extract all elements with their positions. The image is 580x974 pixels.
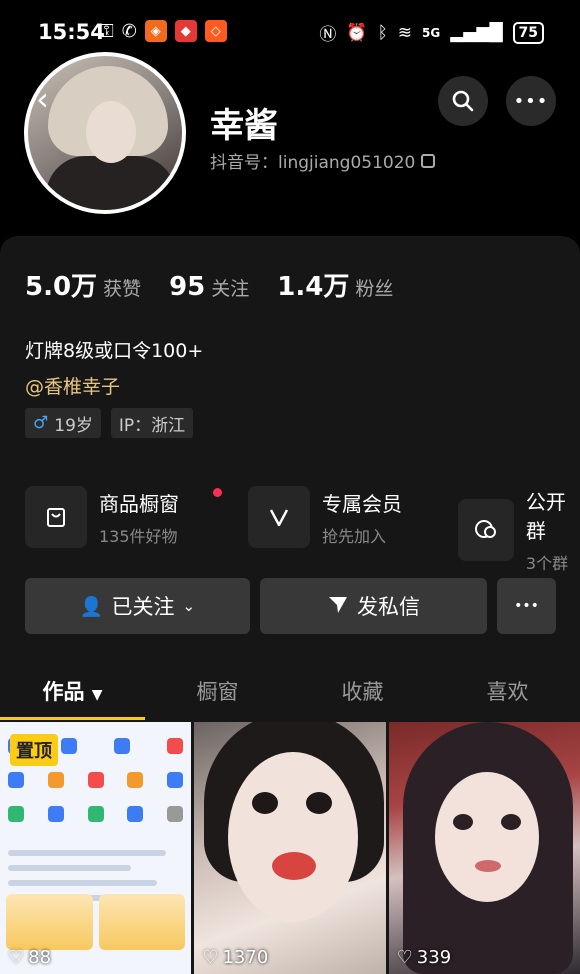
heart-outline-icon: ♡ (202, 947, 219, 968)
stat-following[interactable]: 95 关注 (169, 272, 249, 302)
tab-label: 橱窗 (196, 680, 239, 704)
feature-subtitle: 135件好物 (99, 526, 178, 546)
search-icon (452, 90, 474, 112)
followed-label: 已关注 (111, 595, 175, 619)
tab-likes[interactable]: 喜欢 (435, 668, 580, 720)
group-chat-icon (458, 499, 514, 561)
followed-button[interactable]: 👤 已关注 ⌄ (25, 578, 250, 634)
like-count: ♡ 339 (397, 947, 452, 968)
mention-link[interactable]: @香椎幸子 (25, 372, 120, 399)
douyin-id: 抖音号：lingjiang051020 (210, 148, 436, 173)
male-icon: ♂ (33, 413, 49, 433)
caret-down-icon: ▼ (91, 687, 103, 703)
wifi-icon: ≋ (397, 22, 413, 43)
tab-favorites[interactable]: 收藏 (290, 668, 435, 720)
heart-outline-icon: ♡ (8, 947, 25, 968)
profile-tags: ♂ 19岁 IP：浙江 (25, 408, 194, 438)
video-thumbnail[interactable]: ♡ 1370 (194, 722, 386, 974)
stat-number: 1.4万 (277, 272, 350, 302)
like-count-text: 88 (28, 947, 52, 968)
bluetooth-icon: ᛒ (377, 22, 388, 43)
video-grid: 置顶 ♡ 88 ♡ 1370 ♡ 339 (0, 722, 580, 974)
stat-label: 关注 (211, 278, 250, 300)
avatar[interactable] (24, 52, 186, 214)
feature-membership[interactable]: 专属会员 抢先加入 (248, 486, 402, 548)
profile-card: 5.0万 获赞 95 关注 1.4万 粉丝 灯牌8级或口令100+ @香椎幸子 … (0, 236, 580, 974)
nickname: 幸酱 (210, 106, 278, 146)
taobao-app-icon: ◇ (204, 20, 227, 42)
more-icon: ••• (513, 90, 549, 112)
tab-shop-window[interactable]: 橱窗 (145, 668, 290, 720)
like-count-text: 339 (416, 947, 452, 968)
tab-label: 收藏 (341, 680, 384, 704)
more-horizontal-icon: ••• (514, 598, 539, 614)
age-text: 19岁 (54, 415, 93, 436)
stat-number: 5.0万 (25, 272, 98, 302)
ip-text: IP：浙江 (118, 415, 186, 436)
v-membership-icon (248, 486, 310, 548)
stat-label: 获赞 (103, 278, 142, 300)
send-message-label: 发私信 (357, 595, 420, 619)
douyin-id-text: 抖音号：lingjiang051020 (210, 153, 416, 173)
heart-outline-icon: ♡ (396, 947, 413, 968)
content-tabs: 作品 ▼ 橱窗 收藏 喜欢 (0, 668, 580, 720)
stat-likes[interactable]: 5.0万 获赞 (25, 266, 141, 303)
search-button[interactable] (438, 76, 488, 126)
status-icons-right: Ⓝ ⏰ ᛒ ≋ 5G ▂▄▆█ 75 (319, 20, 544, 45)
feature-title: 商品橱窗 (99, 491, 179, 516)
chevron-down-icon: ⌄ (182, 597, 196, 615)
tab-label: 喜欢 (486, 680, 529, 704)
missed-call-icon: ✆ (121, 20, 137, 42)
send-message-button[interactable]: 发私信 (260, 578, 487, 634)
notification-dot (213, 488, 222, 497)
profile-header: ‹ 幸酱 抖音号：lingjiang051020 ••• (0, 52, 580, 244)
feature-title: 专属会员 (322, 491, 402, 516)
pinned-badge: 置顶 (10, 734, 58, 766)
alarm-icon: ⏰ (346, 22, 368, 43)
feature-title: 公开群 (525, 490, 566, 543)
stat-label: 粉丝 (355, 278, 394, 300)
nfc-icon: Ⓝ (319, 25, 337, 45)
network-label: 5G (422, 25, 441, 40)
ip-tag: IP：浙江 (110, 408, 194, 438)
like-count: ♡ 1370 (202, 947, 268, 968)
feature-shop-window[interactable]: 商品橱窗 135件好物 (25, 486, 222, 548)
status-icons-left: ⚿ ✆ ◈ ◆ ◇ (100, 20, 227, 42)
back-button[interactable]: ‹ (36, 83, 64, 116)
video-thumbnail[interactable]: 置顶 ♡ 88 (0, 722, 192, 974)
stat-number: 95 (169, 272, 206, 302)
shield-app-icon: ◈ (144, 20, 167, 42)
feature-subtitle: 抢先加入 (322, 526, 387, 546)
copy-icon[interactable] (421, 153, 436, 168)
send-icon (327, 593, 349, 620)
stats-row: 5.0万 获赞 95 关注 1.4万 粉丝 (25, 266, 421, 303)
more-menu-button[interactable]: ••• (506, 76, 556, 126)
like-count: ♡ 88 (8, 947, 51, 968)
user-check-icon: 👤 (79, 595, 104, 618)
pinduoduo-app-icon: ◆ (174, 20, 197, 42)
signal-icon: ▂▄▆█ (450, 22, 503, 43)
gender-age-tag: ♂ 19岁 (25, 408, 101, 438)
shopping-bag-icon (25, 486, 87, 548)
like-count-text: 1370 (222, 947, 269, 968)
video-thumbnail[interactable]: ♡ 339 (388, 722, 580, 974)
status-time: 15:54 (38, 20, 105, 44)
bio-text: 灯牌8级或口令100+ (25, 340, 204, 362)
feature-subtitle: 3个群 (525, 554, 569, 573)
tab-label: 作品 (42, 680, 85, 704)
tab-works[interactable]: 作品 ▼ (0, 668, 145, 720)
key-icon: ⚿ (100, 20, 114, 42)
feature-group-chat[interactable]: 公开群 3个群 (458, 486, 580, 574)
more-actions-button[interactable]: ••• (497, 578, 556, 634)
stat-followers[interactable]: 1.4万 粉丝 (277, 266, 393, 303)
battery-icon: 75 (512, 21, 544, 44)
